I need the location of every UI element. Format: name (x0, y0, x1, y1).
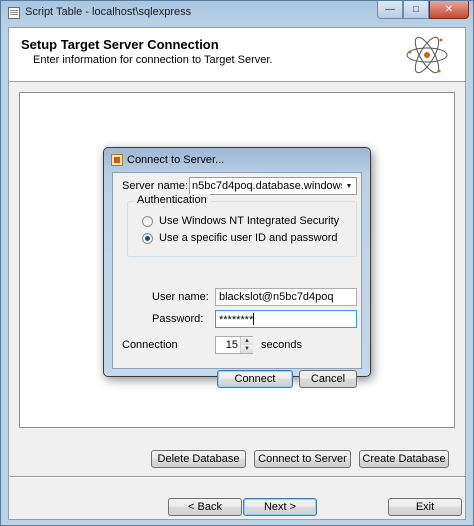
password-input[interactable]: ******** (215, 310, 357, 328)
username-label: User name: (152, 291, 209, 303)
spin-down-icon[interactable]: ▼ (241, 345, 253, 353)
connection-timeout-value: 15 (225, 339, 238, 351)
create-database-button[interactable]: Create Database (359, 450, 449, 468)
atom-icon (406, 36, 448, 74)
dialog-client: Server name: n5bc7d4poq.database.windows… (112, 172, 362, 388)
spinner-buttons: ▲ ▼ (240, 337, 253, 353)
windows-auth-radio[interactable] (142, 216, 153, 227)
cancel-button[interactable]: Cancel (299, 370, 357, 388)
connect-to-server-button[interactable]: Connect to Server (254, 450, 351, 468)
server-name-combo[interactable]: n5bc7d4poq.database.windows.net ▼ (189, 177, 357, 195)
authentication-group-title: Authentication (134, 194, 210, 206)
dialog-title: Connect to Server... (127, 154, 225, 166)
windows-auth-label[interactable]: Use Windows NT Integrated Security (159, 215, 339, 227)
spin-up-icon[interactable]: ▲ (241, 337, 253, 345)
page-title: Setup Target Server Connection (21, 37, 219, 52)
connect-dialog: Connect to Server... Server name: n5bc7d… (103, 147, 371, 388)
chevron-down-icon[interactable]: ▼ (342, 178, 356, 194)
delete-database-button[interactable]: Delete Database (151, 450, 246, 468)
text-caret (253, 313, 255, 325)
app-icon (8, 7, 20, 19)
close-button[interactable]: ✕ (429, 1, 469, 19)
connect-button[interactable]: Connect (217, 370, 293, 388)
title-bar[interactable]: Script Table - localhost\sqlexpress — □ … (1, 1, 473, 25)
wizard-header: Setup Target Server Connection Enter inf… (9, 28, 465, 82)
seconds-label: seconds (261, 339, 302, 351)
connection-label: Connection (122, 339, 178, 351)
authentication-group: Authentication Use Windows NT Integrated… (127, 194, 357, 257)
page-subtitle: Enter information for connection to Targ… (33, 54, 273, 66)
server-name-value: n5bc7d4poq.database.windows.net (192, 180, 357, 192)
window-controls: — □ ✕ (377, 1, 469, 19)
server-name-label: Server name: (122, 180, 189, 192)
dialog-icon (111, 154, 123, 166)
username-input[interactable]: blackslot@n5bc7d4poq (215, 288, 357, 306)
bottom-separator (9, 476, 465, 478)
password-label: Password: (152, 313, 204, 325)
connection-timeout-spinner[interactable]: 15 ▲ ▼ (215, 336, 253, 354)
specific-user-label[interactable]: Use a specific user ID and password (159, 232, 338, 244)
window-title: Script Table - localhost\sqlexpress (25, 6, 192, 18)
password-value: ******** (219, 314, 254, 326)
maximize-button[interactable]: □ (403, 1, 429, 19)
next-button[interactable]: Next > (243, 498, 317, 516)
minimize-button[interactable]: — (377, 1, 403, 19)
exit-button[interactable]: Exit (388, 498, 462, 516)
back-button[interactable]: < Back (168, 498, 242, 516)
specific-user-radio[interactable] (142, 233, 153, 244)
